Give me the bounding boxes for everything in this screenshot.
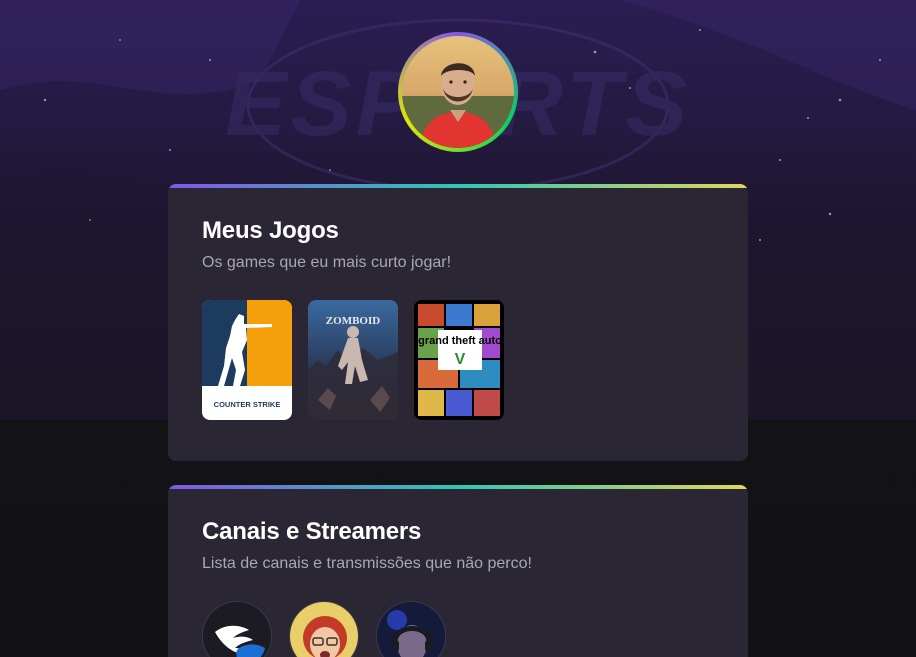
channels-card: Canais e Streamers Lista de canais e tra… [168,485,748,657]
games-section-title: Meus Jogos [202,217,339,244]
channels-section-title: Canais e Streamers [202,518,422,545]
svg-text:V: V [455,351,466,368]
project-zomboid-cover: ZOMBOID [308,300,398,420]
game-counter-strike[interactable]: COUNTER STRIKE [202,300,292,420]
counter-strike-cover: COUNTER STRIKE [202,300,292,420]
profile-avatar [398,32,518,152]
game-project-zomboid[interactable]: ZOMBOID [308,300,398,420]
profile-photo [402,36,514,148]
channels-section-subtitle: Lista de canais e transmissões que não p… [202,555,532,572]
channel-avatar-3[interactable] [376,601,446,657]
channels-list [202,601,446,657]
project-zomboid-logo-text: ZOMBOID [326,315,380,327]
games-section-subtitle: Os games que eu mais curto jogar! [202,254,452,271]
games-card: Meus Jogos Os games que eu mais curto jo… [168,184,748,461]
channel-avatar-1[interactable] [202,601,272,657]
gta-v-logo-text: grand theft auto [418,335,502,347]
winged-logo-icon [203,602,271,657]
streamer-avatar-headset [377,602,445,657]
games-list: COUNTER STRIKE ZOMBOID grand theft auto … [202,300,504,420]
counter-strike-logo-text: COUNTER STRIKE [214,400,281,409]
game-gta-v[interactable]: grand theft auto V [414,300,504,420]
gta-v-cover: grand theft auto V [414,300,504,420]
page: ESPORTS [0,0,916,657]
streamer-avatar-redhead [290,602,358,657]
channel-avatar-2[interactable] [289,601,359,657]
